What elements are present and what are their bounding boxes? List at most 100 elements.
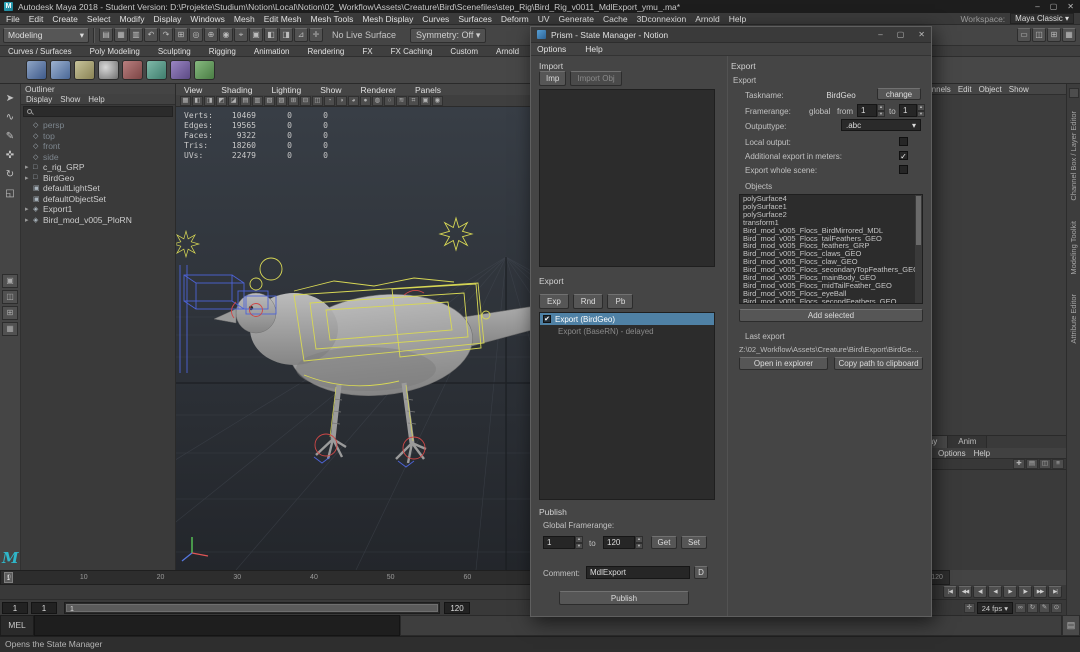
toolbox-tool-icon[interactable]: ➤ <box>2 90 19 107</box>
script-editor-icon[interactable]: ▤ <box>1062 615 1080 636</box>
publish-range-end-spinner[interactable]: 120▲▼ <box>603 536 643 549</box>
viewport-toolbar-icon[interactable]: ◨ <box>204 96 215 106</box>
prism-minimize-button[interactable]: – <box>878 30 882 39</box>
viewport-toolbar-icon[interactable]: ▤ <box>240 96 251 106</box>
outliner-menu-item[interactable]: Show <box>60 95 80 104</box>
export-state-item[interactable]: ✔ Export (BirdGeo) <box>540 313 714 325</box>
outliner-item[interactable]: ▸ ◈ Bird_mod_v005_PloRN <box>21 215 175 226</box>
panel-toggle-icon[interactable]: ⊞ <box>1047 28 1061 42</box>
outliner-item[interactable]: ▸ ◈ Export1 <box>21 204 175 215</box>
description-button[interactable]: D <box>694 566 708 579</box>
menu-item[interactable]: Surfaces <box>458 14 492 24</box>
fps-dropdown[interactable]: 24 fps ▾ <box>977 602 1013 614</box>
status-icon[interactable]: ↷ <box>159 28 173 42</box>
outliner-item[interactable]: ▸ □ c_rig_GRP <box>21 162 175 173</box>
toolbox-tool-icon[interactable]: ↻ <box>2 166 19 183</box>
playback-button[interactable]: ▶| <box>1048 586 1062 598</box>
prism-maximize-button[interactable]: ▢ <box>897 30 905 39</box>
viewport-menu-item[interactable]: Show <box>320 85 341 95</box>
shelf-icon[interactable] <box>122 60 143 80</box>
menu-item[interactable]: Display <box>154 14 182 24</box>
toolbox-tool-icon[interactable]: ✎ <box>2 128 19 145</box>
shelf-icon[interactable] <box>98 60 119 80</box>
shelf-tab[interactable]: Custom <box>450 47 478 56</box>
status-icon[interactable]: ▤ <box>99 28 113 42</box>
objects-scrollbar[interactable] <box>915 195 922 303</box>
prism-menu-item[interactable]: Options <box>537 44 566 54</box>
viewport-toolbar-icon[interactable]: ◫ <box>312 96 323 106</box>
object-item[interactable]: Bird_mod_v005_Flocs_secondFeathers_GEO <box>740 298 922 304</box>
shelf-icon[interactable] <box>170 60 191 80</box>
outliner-item[interactable]: ▣ defaultObjectSet <box>21 194 175 205</box>
command-input[interactable] <box>34 615 400 636</box>
viewport-toolbar-icon[interactable]: ▥ <box>252 96 263 106</box>
playback-button[interactable]: ◀ <box>988 586 1002 598</box>
viewport-toolbar-icon[interactable]: ⊟ <box>300 96 311 106</box>
viewport-toolbar-icon[interactable]: ○ <box>384 96 395 106</box>
playback-button[interactable]: |◀ <box>943 586 957 598</box>
viewport-toolbar-icon[interactable]: ◩ <box>216 96 227 106</box>
object-item[interactable]: Bird_mod_v005_Flocs_eyeBall <box>740 290 922 298</box>
meters-export-checkbox[interactable]: ✓ <box>899 151 908 160</box>
shelf-tab[interactable]: Arnold <box>496 47 519 56</box>
object-item[interactable]: Bird_mod_v005_Flocs_claws_GEO <box>740 250 922 258</box>
shelf-icon[interactable] <box>50 60 71 80</box>
menu-item[interactable]: Edit <box>29 14 44 24</box>
viewport-menu-item[interactable]: Panels <box>415 85 441 95</box>
playback-option-icon[interactable]: ∞ <box>1015 603 1026 613</box>
range-slider[interactable]: 1 <box>64 602 440 614</box>
object-item[interactable]: Bird_mod_v005_Flocs_feathers_GRP <box>740 242 922 250</box>
viewport-toolbar-icon[interactable]: ◪ <box>228 96 239 106</box>
panel-toggle-icon[interactable]: ▦ <box>1062 28 1076 42</box>
menu-item[interactable]: Help <box>729 14 746 24</box>
menu-item[interactable]: Mesh Tools <box>311 14 354 24</box>
outliner-menu-item[interactable]: Help <box>88 95 104 104</box>
outliner-item[interactable]: ◇ top <box>21 131 175 142</box>
object-item[interactable]: Bird_mod_v005_Flocs_mainBody_GEO <box>740 274 922 282</box>
prism-close-button[interactable]: ✕ <box>918 30 925 39</box>
menu-item[interactable]: File <box>6 14 20 24</box>
menu-item[interactable]: Generate <box>559 14 594 24</box>
layout-shortcut-button[interactable]: ⊞ <box>2 306 18 320</box>
whole-scene-checkbox[interactable] <box>899 165 908 174</box>
viewport-toolbar-icon[interactable]: ▣ <box>420 96 431 106</box>
layer-action-icon[interactable]: ◫ <box>1039 459 1051 469</box>
status-icon[interactable]: ⊿ <box>294 28 308 42</box>
shelf-tab[interactable]: Rigging <box>209 47 236 56</box>
viewport-toolbar-icon[interactable]: ▧ <box>264 96 275 106</box>
viewport-toolbar-icon[interactable]: ▦ <box>180 96 191 106</box>
menu-item[interactable]: Create <box>52 14 78 24</box>
sidebar-vertical-tab[interactable]: Channel Box / Layer Editor <box>1069 111 1078 201</box>
import-list[interactable] <box>539 89 715 267</box>
object-item[interactable]: polySurface1 <box>740 203 922 211</box>
object-item[interactable]: Bird_mod_v005_Flocs_tailFeathers_GEO <box>740 235 922 243</box>
panel-toggle-icon[interactable]: ▭ <box>1017 28 1031 42</box>
outputtype-dropdown[interactable]: .abc▾ <box>841 119 921 131</box>
status-icon[interactable]: ◉ <box>219 28 233 42</box>
menu-item[interactable]: Modify <box>120 14 145 24</box>
playback-option-icon[interactable]: ↻ <box>1027 603 1038 613</box>
live-surface-status[interactable]: No Live Surface <box>332 30 396 40</box>
export-state-list[interactable]: ✔ Export (BirdGeo) Export (BaseRN) - del… <box>539 312 715 500</box>
layer-editor-tab[interactable]: Anim <box>948 436 987 448</box>
symmetry-dropdown[interactable]: Symmetry: Off ▾ <box>410 28 486 43</box>
viewport-menu-item[interactable]: View <box>184 85 202 95</box>
comment-input[interactable]: MdlExport <box>586 566 690 579</box>
layout-shortcut-button[interactable]: ◫ <box>2 290 18 304</box>
object-item[interactable]: Bird_mod_v005_Flocs_secondaryTopFeathers… <box>740 266 922 274</box>
status-icon[interactable]: ↶ <box>144 28 158 42</box>
object-item[interactable]: Bird_mod_v005_Flocs_midTailFeather_GEO <box>740 282 922 290</box>
expand-arrow-icon[interactable]: ▸ <box>25 205 33 213</box>
get-range-button[interactable]: Get <box>651 536 677 549</box>
outliner-search-input[interactable] <box>23 106 173 117</box>
toolbox-tool-icon[interactable]: ✜ <box>2 147 19 164</box>
shelf-tab[interactable]: Poly Modeling <box>90 47 140 56</box>
layer-editor-menu-item[interactable]: Options <box>938 449 966 458</box>
menu-set-dropdown[interactable]: Modeling▾ <box>3 28 89 43</box>
sidebar-collapse-icon[interactable] <box>1069 88 1079 98</box>
playback-button[interactable]: ▶ <box>1003 586 1017 598</box>
menu-item[interactable]: Select <box>87 14 111 24</box>
viewport-toolbar-icon[interactable]: ≋ <box>396 96 407 106</box>
viewport-toolbar-icon[interactable]: ⊞ <box>288 96 299 106</box>
add-selected-button[interactable]: Add selected <box>739 309 923 322</box>
